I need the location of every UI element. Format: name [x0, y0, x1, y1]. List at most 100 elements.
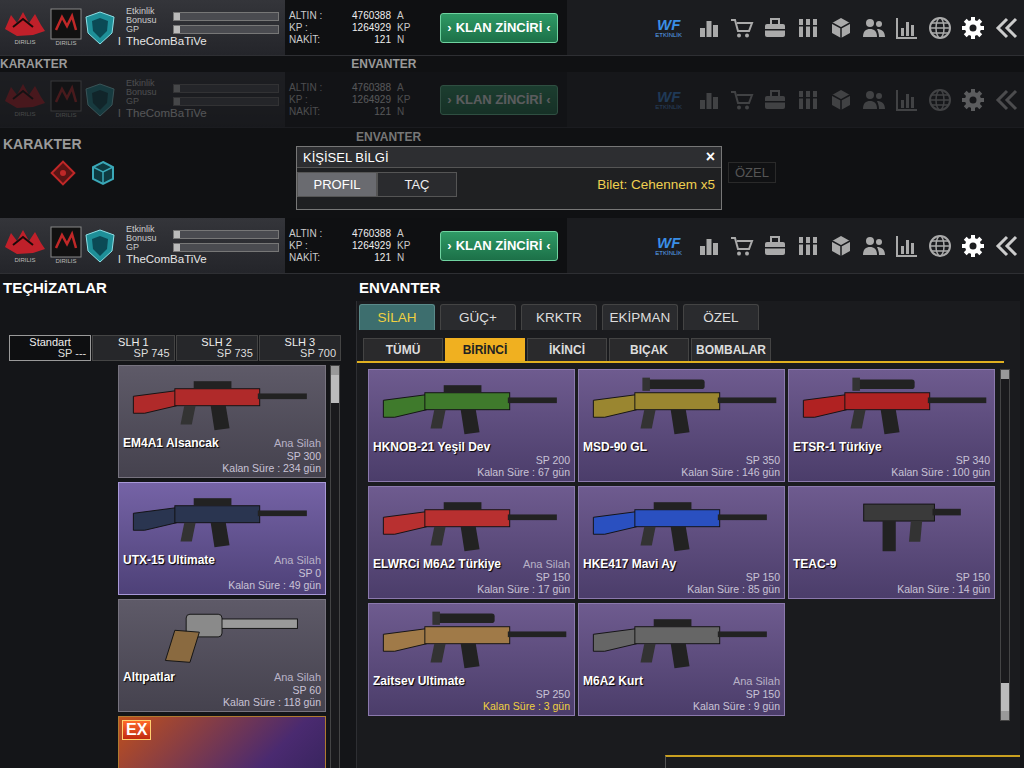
gear-icon[interactable] [961, 16, 985, 40]
people-shape [866, 237, 874, 245]
gear-shape [970, 24, 977, 31]
scrollbar[interactable] [330, 365, 340, 768]
cart-icon[interactable] [730, 234, 754, 258]
dialog-body: PROFILTAÇBilet: Cehennem x5 [297, 168, 721, 209]
slot-label: Standart [14, 337, 86, 348]
collapse-icon[interactable] [994, 88, 1018, 112]
clan-chain-button[interactable]: ›KLAN ZİNCİRİ‹ [440, 13, 557, 43]
panel-title: TEÇHİZATLAR [0, 274, 356, 301]
ammo-rack-icon[interactable] [796, 16, 820, 40]
inventory-card[interactable]: Zaitsev UltimateSP 250Kalan Süre : 3 gün [368, 603, 575, 716]
globe-icon[interactable] [928, 234, 952, 258]
inventory-tab[interactable]: KRKTR [521, 304, 597, 330]
cube-shape [832, 236, 850, 256]
stats-icon[interactable] [895, 234, 919, 258]
inventory-card[interactable]: M6A2 KurtAna SilahSP 150Kalan Süre : 9 g… [578, 603, 785, 716]
dialog-tab[interactable]: TAÇ [377, 172, 457, 197]
people-icon[interactable] [862, 234, 886, 258]
inventory-card[interactable]: ELWRCi M6A2 TürkiyeAna SilahSP 150Kalan … [368, 486, 575, 599]
ranking-icon[interactable] [697, 16, 721, 40]
people-shape [863, 101, 877, 109]
weapon-name: UTX-15 Ultimate [123, 553, 215, 567]
cube-icon[interactable] [829, 234, 853, 258]
people-icon[interactable] [862, 88, 886, 112]
loadout-slot[interactable]: SLH 2SP 735 [176, 335, 258, 361]
briefcase-icon[interactable] [763, 16, 787, 40]
event-logo-label: ETKİNLİK [655, 250, 682, 257]
event-logo[interactable]: WFETKİNLİK [655, 235, 682, 257]
event-logo[interactable]: WFETKİNLİK [655, 17, 682, 39]
clan-chain-button[interactable]: ›KLAN ZİNCİRİ‹ [440, 85, 557, 115]
scroll-up-arrow[interactable] [1001, 370, 1009, 379]
globe-icon[interactable] [928, 88, 952, 112]
stats-shape [897, 90, 917, 110]
scroll-thumb[interactable] [331, 375, 339, 403]
globe-shape [930, 23, 950, 33]
equipment-card[interactable]: AltıpatlarAna SilahSP 60Kalan Süre : 118… [118, 599, 326, 712]
loadout-slot[interactable]: StandartSP --- [9, 335, 91, 361]
filter-tab[interactable]: TÜMÜ [363, 338, 443, 361]
weapon-shape [258, 510, 307, 516]
scroll-up-arrow[interactable] [331, 366, 339, 375]
people-icon[interactable] [862, 16, 886, 40]
gear-icon[interactable] [961, 234, 985, 258]
equipment-card[interactable]: EX [118, 716, 326, 768]
loadout-slot[interactable]: SLH 3SP 700 [259, 335, 341, 361]
ammo-rack-icon[interactable] [796, 234, 820, 258]
cart-icon[interactable] [730, 16, 754, 40]
weapon-name: HKNOB-21 Yeşil Dev [373, 440, 490, 454]
clan-chain-button[interactable]: ›KLAN ZİNCİRİ‹ [440, 231, 557, 261]
collapse-icon[interactable] [994, 234, 1018, 258]
globe-icon[interactable] [928, 16, 952, 40]
inventory-tab[interactable]: SİLAH [359, 304, 435, 330]
ranking-icon[interactable] [697, 88, 721, 112]
inventory-tab[interactable]: EKİPMAN [602, 304, 678, 330]
stats-icon[interactable] [895, 88, 919, 112]
close-button[interactable]: × [706, 149, 715, 165]
cart-icon[interactable] [730, 88, 754, 112]
diamond-icon[interactable] [50, 160, 76, 186]
weapon-picture [369, 604, 574, 674]
loadout-slot[interactable]: SLH 1SP 745 [92, 335, 174, 361]
scroll-thumb[interactable] [1001, 683, 1009, 711]
ammo-rack-shape [813, 19, 817, 37]
briefcase-icon[interactable] [763, 234, 787, 258]
meter-label: GP [126, 243, 170, 252]
scrollbar[interactable] [1000, 369, 1010, 721]
meter-label: Etkinlik Bonusu [126, 7, 170, 25]
filter-tab[interactable]: BOMBALAR [691, 338, 771, 361]
cube-icon[interactable] [829, 88, 853, 112]
inventory-card[interactable]: ETSR-1 TürkiyeSP 340Kalan Süre : 100 gün [788, 369, 995, 482]
equipment-card[interactable]: UTX-15 UltimateAna SilahSP 0Kalan Süre :… [118, 482, 326, 595]
chevron-mark: ‹ [546, 92, 550, 107]
inventory-tab[interactable]: GÜÇ+ [440, 304, 516, 330]
ammo-rack-shape [798, 25, 818, 27]
inventory-card[interactable]: HKNOB-21 Yeşil DevSP 200Kalan Süre : 67 … [368, 369, 575, 482]
clan-emblem: DIRILIS [3, 81, 47, 118]
event-logo[interactable]: WFETKİNLİK [655, 89, 682, 111]
cube-icon[interactable] [829, 16, 853, 40]
cube-outline-icon[interactable] [90, 160, 116, 186]
filter-tab[interactable]: BIÇAK [609, 338, 689, 361]
dialog-tab[interactable]: PROFIL [297, 172, 377, 197]
ranking-icon[interactable] [697, 234, 721, 258]
filter-tab[interactable]: İKİNCİ [527, 338, 607, 361]
rank-numeral: I [118, 254, 121, 265]
inventory-card[interactable]: MSD-90 GLSP 350Kalan Süre : 146 gün [578, 369, 785, 482]
collapse-icon[interactable] [994, 16, 1018, 40]
meter-fill [174, 13, 180, 20]
currency-label: KP : [289, 94, 337, 106]
stats-icon[interactable] [895, 16, 919, 40]
shield-shape [86, 84, 114, 116]
ammo-rack-icon[interactable] [796, 88, 820, 112]
equipment-card[interactable]: EM4A1 AlsancakAna SilahSP 300Kalan Süre … [118, 365, 326, 478]
briefcase-icon[interactable] [763, 88, 787, 112]
inventory-card[interactable]: HKE417 Mavi AySP 150Kalan Süre : 85 gün [578, 486, 785, 599]
gear-icon[interactable] [961, 88, 985, 112]
gear-shape [962, 235, 984, 257]
inventory-tab[interactable]: ÖZEL [683, 304, 759, 330]
inventory-card[interactable]: TEAC-9SP 150Kalan Süre : 14 gün [788, 486, 995, 599]
weapon-picture [119, 366, 325, 436]
scroll-down-arrow[interactable] [1001, 711, 1009, 720]
filter-tab[interactable]: BİRİNCİ [445, 338, 525, 361]
